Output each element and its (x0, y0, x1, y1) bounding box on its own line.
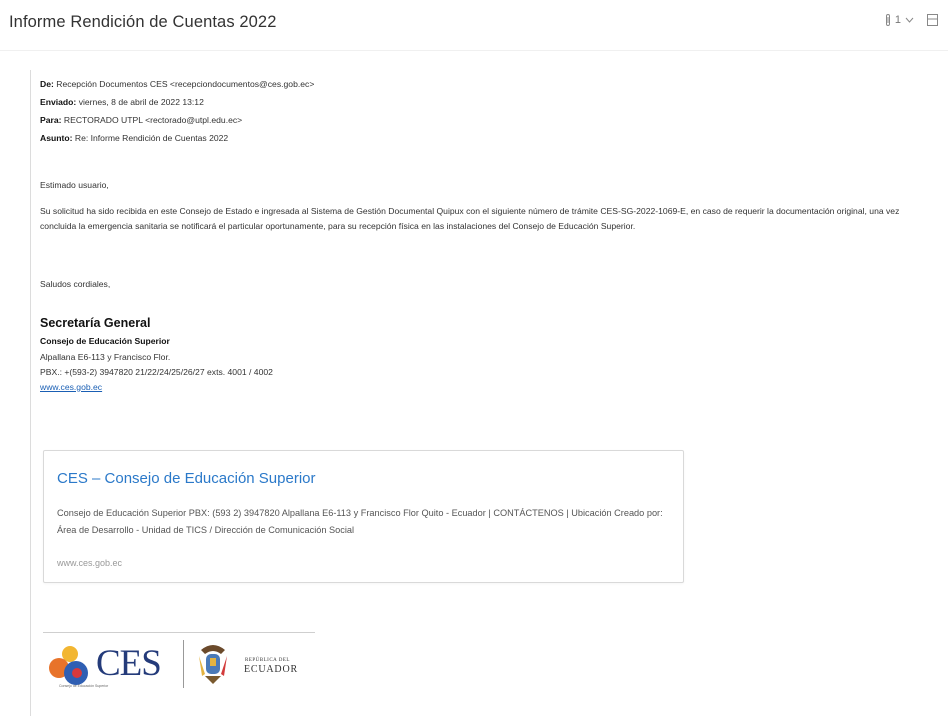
card-description: Consejo de Educación Superior PBX: (593 … (57, 508, 663, 536)
subject-label: Asunto: (40, 132, 73, 143)
signature-phone: PBX.: +(593-2) 3947820 21/22/24/25/26/27… (40, 367, 273, 378)
header-divider (0, 50, 948, 51)
closing: Saludos cordiales, (40, 278, 111, 289)
message-subject-title: Informe Rendición de Cuentas 2022 (9, 13, 277, 31)
quoted-message-border (30, 70, 31, 716)
greeting: Estimado usuario, (40, 180, 109, 191)
card-title-link[interactable]: CES – Consejo de Educación Superior (57, 470, 316, 487)
body-paragraph: Su solicitud ha sido recibida en este Co… (40, 205, 900, 231)
signature-title: Secretaría General (40, 316, 151, 331)
footer-logos: CES Consejo de Educación Superior REPÚBL… (43, 636, 315, 698)
logo-separator (183, 640, 184, 688)
signature-org: Consejo de Educación Superior (40, 336, 170, 347)
attachment-count: 1 (894, 14, 901, 26)
sent-label: Enviado: (40, 96, 77, 107)
sent-value: viernes, 8 de abril de 2022 13:12 (78, 96, 204, 107)
ces-logo-text: CES (96, 643, 162, 684)
expand-icon[interactable] (927, 14, 938, 26)
header-tools: 1 (885, 14, 938, 26)
message-body: De: Recepción Documentos CES <recepciond… (40, 78, 940, 393)
from-line: De: Recepción Documentos CES <recepciond… (40, 78, 940, 90)
chevron-down-icon[interactable] (905, 17, 914, 23)
to-line: Para: RECTORADO UTPL <rectorado@utpl.edu… (40, 114, 940, 126)
ecuador-coat-of-arms-icon (199, 645, 227, 684)
link-preview-card[interactable]: CES – Consejo de Educación Superior Cons… (43, 450, 684, 583)
reading-pane-header: Informe Rendición de Cuentas 2022 1 (0, 0, 948, 50)
republica-del-text: REPÚBLICA DEL (245, 658, 290, 663)
subject-value: Re: Informe Rendición de Cuentas 2022 (74, 132, 229, 143)
logo-divider-line (43, 632, 315, 633)
from-value: Recepción Documentos CES <recepciondocum… (56, 79, 315, 89)
from-label: De: (40, 79, 54, 89)
subject-line: Asunto: Re: Informe Rendición de Cuentas… (40, 132, 940, 144)
card-url[interactable]: www.ces.gob.ec (57, 558, 122, 568)
signature-website-link[interactable]: www.ces.gob.ec (40, 381, 102, 393)
ces-logo-mark (49, 646, 88, 685)
to-label: Para: (40, 114, 62, 125)
ecuador-text: ECUADOR (244, 664, 298, 675)
attachment-icon[interactable] (885, 14, 891, 26)
sent-line: Enviado: viernes, 8 de abril de 2022 13:… (40, 96, 940, 108)
signature-address: Alpallana E6-113 y Francisco Flor. (40, 351, 171, 362)
to-value: RECTORADO UTPL <rectorado@utpl.edu.ec> (63, 114, 243, 125)
ces-logo-subtitle: Consejo de Educación Superior (59, 684, 109, 688)
